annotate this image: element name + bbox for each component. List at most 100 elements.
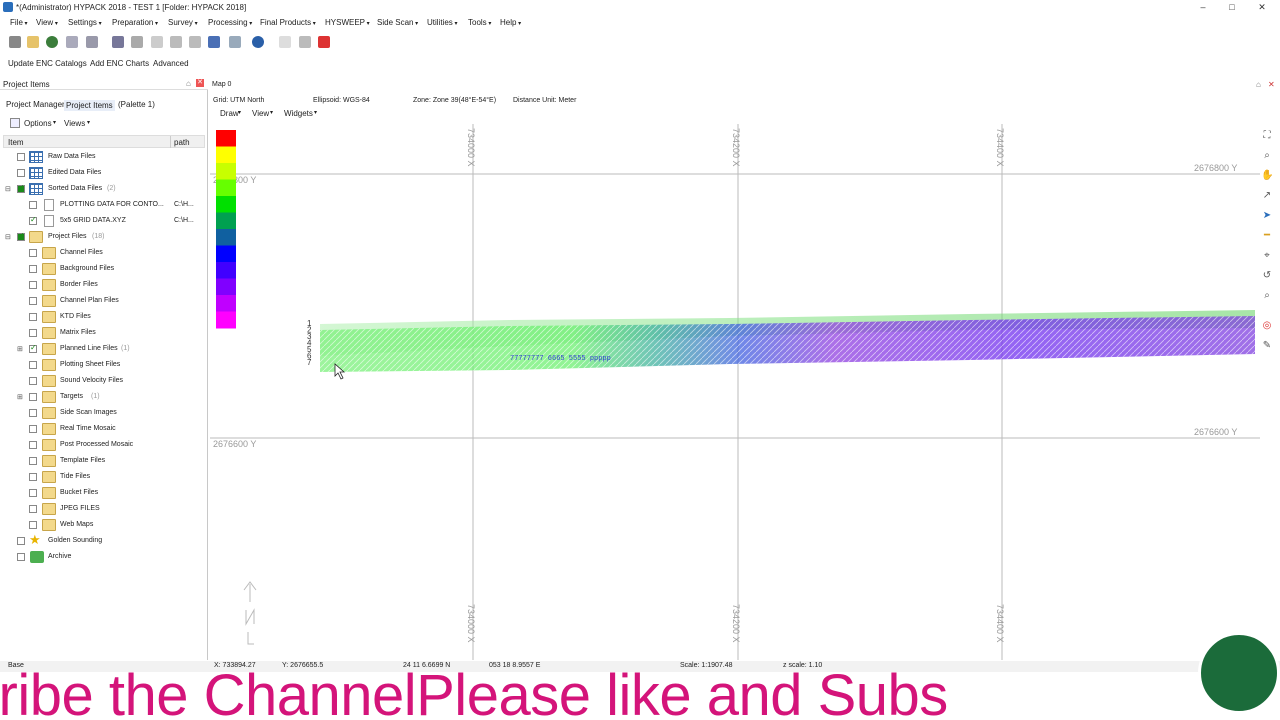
tree-row-plotting-data[interactable]: PLOTTING DATA FOR CONTO... C:\H... bbox=[0, 198, 205, 214]
tree-row-planned-line-files[interactable]: ⊞ Planned Line Files (1) bbox=[0, 342, 205, 358]
tree-row-sound-velocity-files[interactable]: Sound Velocity Files bbox=[0, 374, 205, 390]
checkbox[interactable] bbox=[29, 281, 37, 289]
tree-row-post-processed-mosaic[interactable]: Post Processed Mosaic bbox=[0, 438, 205, 454]
tree-row-matrix-files[interactable]: Matrix Files bbox=[0, 326, 205, 342]
tree-row-grid-data[interactable]: 5x5 GRID DATA.XYZ C:\H... bbox=[0, 214, 205, 230]
map-close-icon[interactable]: ✕ bbox=[1268, 80, 1275, 89]
map-tab-title[interactable]: Map 0 bbox=[212, 81, 231, 88]
zoom-in-icon[interactable]: ⌕ bbox=[1261, 150, 1273, 162]
menu-settings[interactable]: Settings bbox=[68, 18, 102, 27]
tree-row-archive[interactable]: Archive bbox=[0, 550, 205, 566]
advanced-button[interactable]: Advanced bbox=[153, 59, 189, 68]
measure-icon[interactable] bbox=[112, 36, 124, 48]
minimize-button[interactable]: – bbox=[1196, 2, 1210, 12]
checkbox[interactable] bbox=[29, 441, 37, 449]
checkbox[interactable] bbox=[29, 425, 37, 433]
edit-icon[interactable]: ✎ bbox=[1261, 340, 1273, 352]
checkbox[interactable] bbox=[29, 313, 37, 321]
pin-icon[interactable]: ⌂ bbox=[1256, 80, 1261, 89]
page-icon[interactable] bbox=[151, 36, 163, 48]
checkbox[interactable] bbox=[29, 201, 37, 209]
collapse-icon[interactable]: ⊟ bbox=[5, 233, 11, 241]
tree-row-channel-plan-files[interactable]: Channel Plan Files bbox=[0, 294, 205, 310]
settings-icon[interactable] bbox=[131, 36, 143, 48]
tree-row-edited-data[interactable]: Edited Data Files bbox=[0, 166, 205, 182]
tree-row-channel-files[interactable]: Channel Files bbox=[0, 246, 205, 262]
open-folder-icon[interactable] bbox=[27, 36, 39, 48]
menu-utilities[interactable]: Utilities bbox=[427, 18, 457, 27]
checkbox[interactable] bbox=[29, 457, 37, 465]
checkbox[interactable] bbox=[17, 153, 25, 161]
checkbox[interactable] bbox=[29, 393, 37, 401]
checkbox[interactable] bbox=[29, 505, 37, 513]
chevron-down-icon[interactable]: ▾ bbox=[314, 109, 317, 116]
checkbox[interactable] bbox=[17, 537, 25, 545]
search-icon[interactable]: ⌕ bbox=[1261, 290, 1273, 302]
tool-icon[interactable] bbox=[66, 36, 78, 48]
checkbox[interactable] bbox=[29, 329, 37, 337]
checkbox[interactable] bbox=[29, 409, 37, 417]
target-icon[interactable]: ◎ bbox=[1261, 320, 1273, 332]
chevron-down-icon[interactable]: ▾ bbox=[53, 119, 56, 126]
mail-icon[interactable] bbox=[279, 36, 291, 48]
ruler-icon[interactable]: ━ bbox=[1261, 230, 1273, 242]
tree-row-plotting-sheet-files[interactable]: Plotting Sheet Files bbox=[0, 358, 205, 374]
pan-hand-icon[interactable]: ✋ bbox=[1261, 170, 1273, 182]
draw-menu[interactable]: Draw bbox=[220, 109, 239, 118]
checkbox[interactable] bbox=[29, 489, 37, 497]
tree-row-background-files[interactable]: Background Files bbox=[0, 262, 205, 278]
globe-icon[interactable] bbox=[46, 36, 58, 48]
checkbox-checked[interactable] bbox=[29, 215, 37, 225]
crosshair-icon[interactable]: ⌖ bbox=[1261, 250, 1273, 262]
col-path-header[interactable]: path bbox=[174, 138, 190, 147]
options-menu[interactable]: Options bbox=[24, 119, 52, 128]
chevron-down-icon[interactable]: ▾ bbox=[87, 119, 90, 126]
map-icon[interactable] bbox=[208, 36, 220, 48]
tree-row-border-files[interactable]: Border Files bbox=[0, 278, 205, 294]
menu-file[interactable]: File bbox=[10, 18, 28, 27]
select-icon[interactable]: ↗ bbox=[1261, 190, 1273, 202]
widgets-menu[interactable]: Widgets bbox=[284, 109, 313, 118]
add-enc-button[interactable]: Add ENC Charts bbox=[90, 59, 149, 68]
tree-row-golden-sounding[interactable]: ★ Golden Sounding bbox=[0, 533, 205, 550]
alert-icon[interactable] bbox=[318, 36, 330, 48]
fullscreen-icon[interactable]: ⛶ bbox=[1261, 130, 1273, 142]
undo-icon[interactable]: ↺ bbox=[1261, 270, 1273, 282]
tree-row-jpeg-files[interactable]: JPEG FILES bbox=[0, 502, 205, 518]
tree-row-raw-data[interactable]: Raw Data Files bbox=[0, 150, 205, 166]
save-icon[interactable] bbox=[9, 36, 21, 48]
checkbox[interactable] bbox=[17, 553, 25, 561]
zoom-icon[interactable] bbox=[229, 36, 241, 48]
menu-preparation[interactable]: Preparation bbox=[112, 18, 158, 27]
tree-row-tide-files[interactable]: Tide Files bbox=[0, 470, 205, 486]
tree-row-project-files[interactable]: ⊟ Project Files (18) bbox=[0, 230, 205, 246]
tree-row-targets[interactable]: ⊞ Targets (1) bbox=[0, 390, 205, 406]
views-menu[interactable]: Views bbox=[64, 119, 85, 128]
expand-icon[interactable]: ⊞ bbox=[17, 393, 23, 401]
tab-project-items[interactable]: Project Items bbox=[64, 100, 115, 111]
checkbox[interactable] bbox=[29, 249, 37, 257]
menu-hysweep[interactable]: HYSWEEP bbox=[325, 18, 370, 27]
checkbox-partial[interactable] bbox=[17, 183, 25, 193]
checkbox[interactable] bbox=[29, 361, 37, 369]
panel-close-icon[interactable]: ✕ bbox=[196, 79, 204, 87]
book-icon[interactable] bbox=[170, 36, 182, 48]
view-menu[interactable]: View bbox=[252, 109, 269, 118]
tree-row-ktd-files[interactable]: KTD Files bbox=[0, 310, 205, 326]
menu-help[interactable]: Help bbox=[500, 18, 521, 27]
expand-icon[interactable]: ⊞ bbox=[17, 345, 23, 353]
tab-palette[interactable]: (Palette 1) bbox=[118, 100, 155, 109]
checkbox[interactable] bbox=[29, 377, 37, 385]
checkbox-partial[interactable] bbox=[17, 231, 25, 241]
col-item-header[interactable]: Item bbox=[8, 138, 24, 147]
globe-nav-icon[interactable] bbox=[252, 36, 264, 48]
tree-row-template-files[interactable]: Template Files bbox=[0, 454, 205, 470]
checkbox[interactable] bbox=[29, 521, 37, 529]
menu-processing[interactable]: Processing bbox=[208, 18, 252, 27]
collapse-icon[interactable]: ⊟ bbox=[5, 185, 11, 193]
update-enc-button[interactable]: Update ENC Catalogs bbox=[8, 59, 87, 68]
edit-icon[interactable] bbox=[86, 36, 98, 48]
checkbox[interactable] bbox=[29, 473, 37, 481]
checkbox[interactable] bbox=[29, 265, 37, 273]
maximize-button[interactable]: □ bbox=[1225, 2, 1239, 12]
